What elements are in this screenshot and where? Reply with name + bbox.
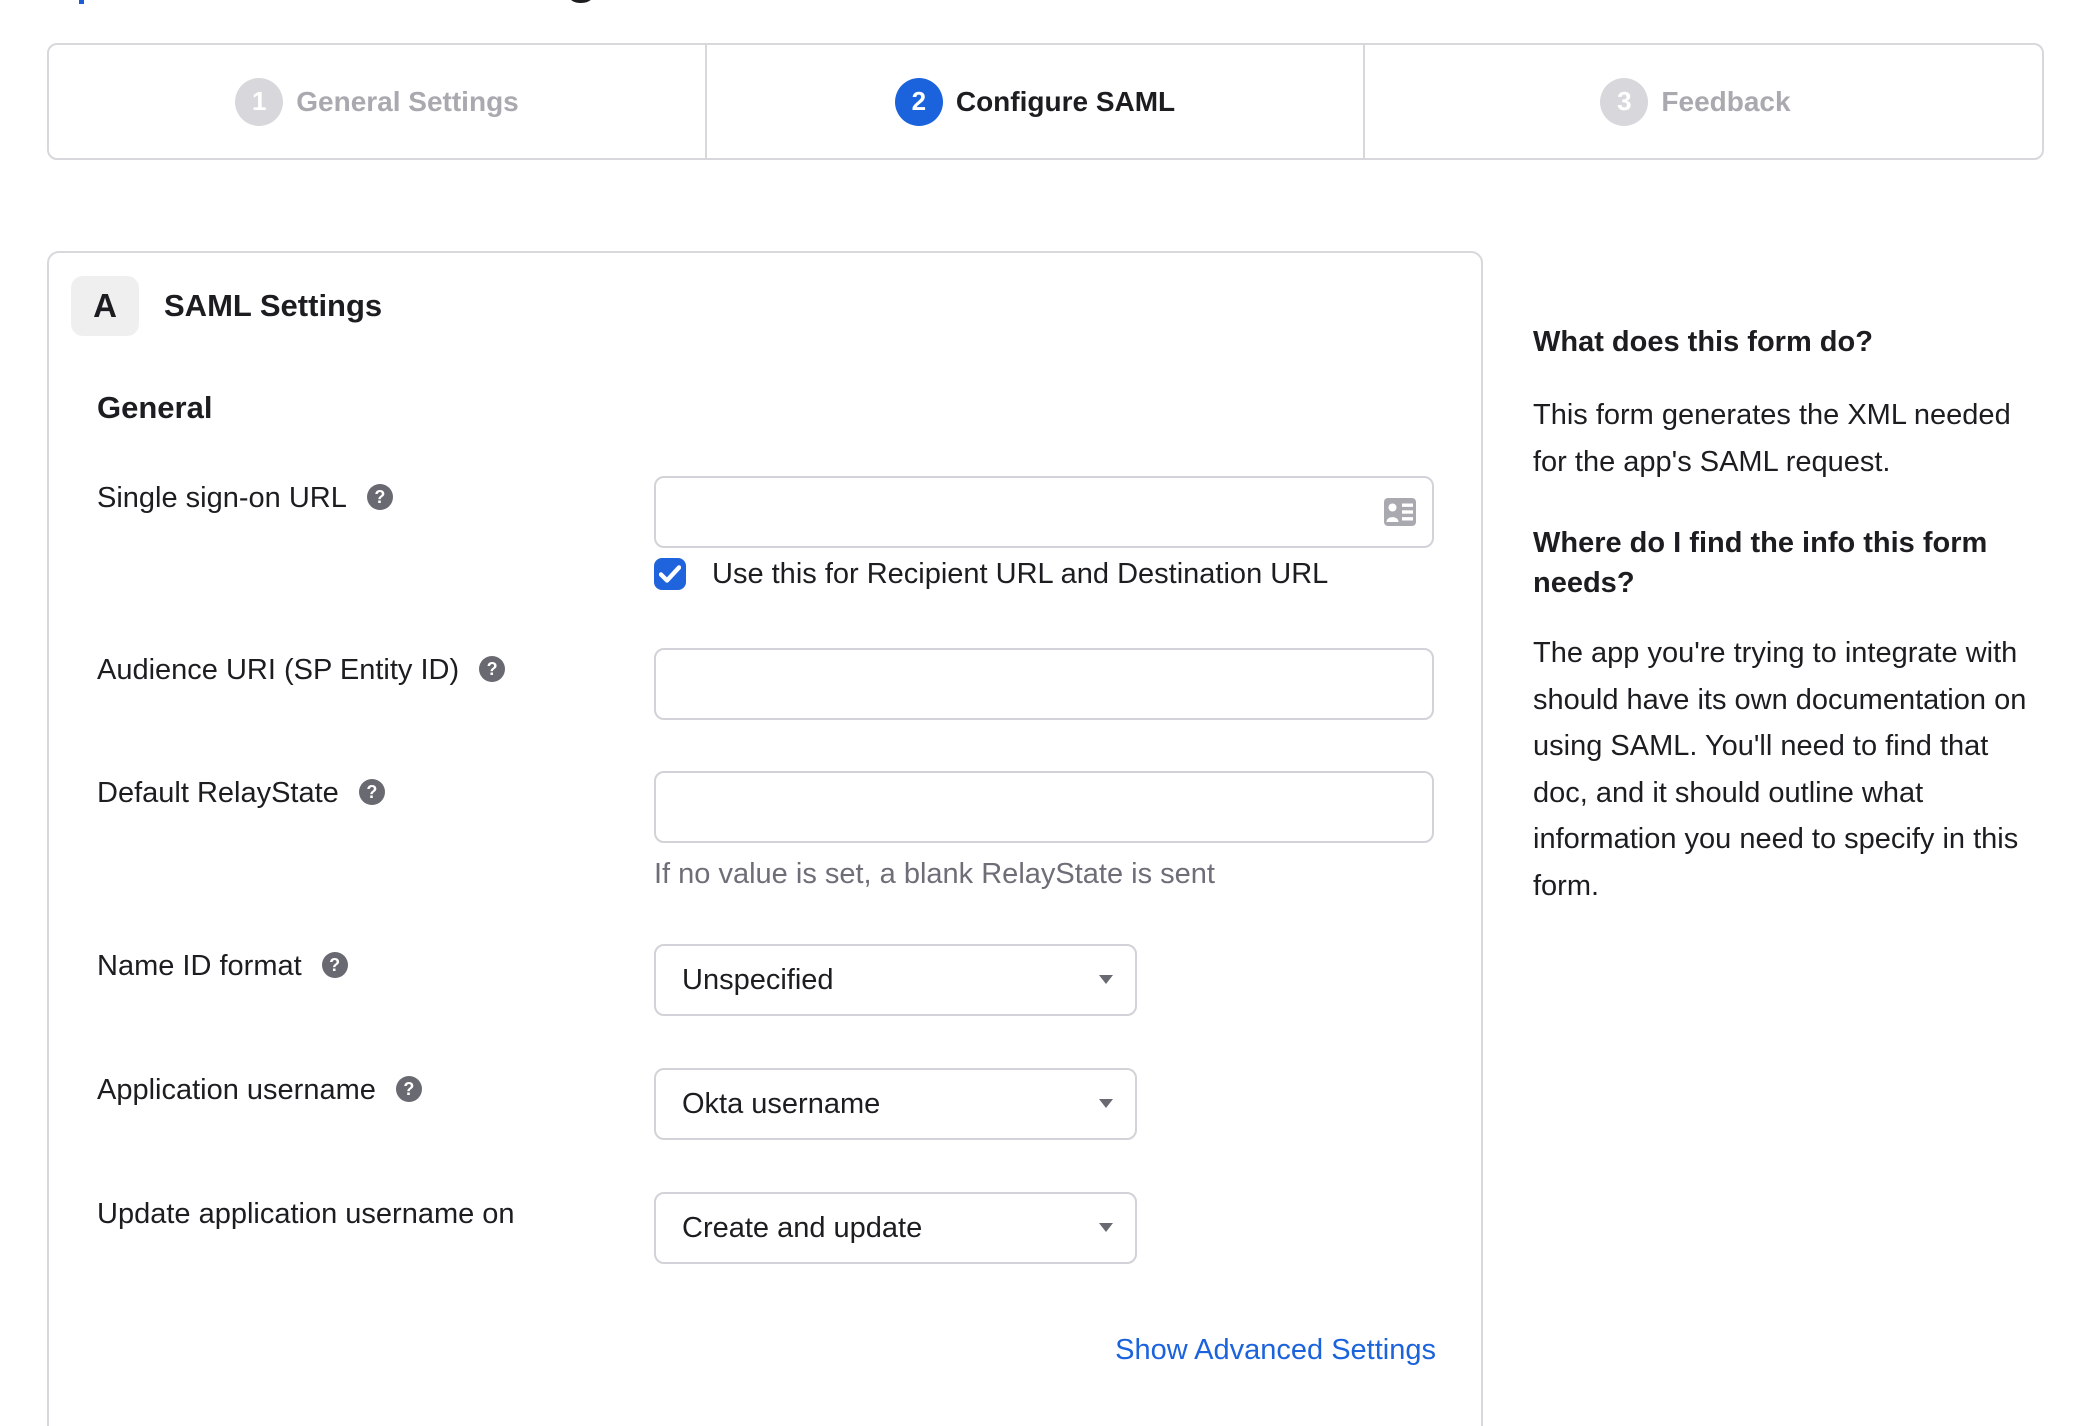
help-icon[interactable]: ? bbox=[366, 484, 393, 510]
cropped-page-title: Create SAML Integration bbox=[0, 0, 1100, 6]
default-relaystate-input[interactable] bbox=[654, 771, 1434, 843]
help-icon[interactable]: ? bbox=[395, 1076, 422, 1102]
single-sign-on-url-field: Use this for Recipient URL and Destinati… bbox=[654, 476, 1434, 593]
panel-title: SAML Settings bbox=[164, 288, 383, 323]
contact-card-icon[interactable] bbox=[1384, 498, 1416, 526]
step-configure-saml[interactable]: 2 Configure SAML bbox=[705, 45, 1365, 158]
recipient-url-checkbox[interactable] bbox=[654, 558, 686, 590]
page-title: Create SAML Integration bbox=[119, 0, 748, 1]
default-relaystate-label: Default RelayState? bbox=[97, 771, 654, 812]
form-row-update-application-username: Update application username on Create an… bbox=[97, 1192, 1436, 1264]
sidebar-heading-where: Where do I find the info this form needs… bbox=[1533, 527, 1988, 599]
name-id-format-select[interactable]: Unspecified bbox=[654, 944, 1137, 1016]
panel-body: General Single sign-on URL? Use this for… bbox=[49, 388, 1481, 1369]
form-row-name-id-format: Name ID format? Unspecified bbox=[97, 944, 1436, 1016]
section-a-badge: A bbox=[71, 276, 139, 336]
update-application-username-label: Update application username on bbox=[97, 1198, 515, 1230]
wizard-step-bar: 1 General Settings 2 Configure SAML 3 Fe… bbox=[47, 43, 2044, 160]
default-relaystate-field: If no value is set, a blank RelayState i… bbox=[654, 771, 1434, 893]
help-icon[interactable]: ? bbox=[358, 779, 385, 805]
update-application-username-value: Create and update bbox=[682, 1211, 923, 1244]
sidebar-paragraph-what: This form generates the XML needed for t… bbox=[1533, 399, 2011, 478]
name-id-format-label: Name ID format? bbox=[97, 944, 654, 985]
form-row-audience-uri: Audience URI (SP Entity ID)? bbox=[97, 648, 1436, 720]
step-3-number-badge: 3 bbox=[1600, 77, 1649, 126]
application-username-value: Okta username bbox=[682, 1087, 881, 1120]
recipient-url-checkbox-row: Use this for Recipient URL and Destinati… bbox=[654, 555, 1434, 593]
audience-uri-field bbox=[654, 648, 1434, 720]
step-2-number-badge: 2 bbox=[894, 77, 943, 126]
form-row-single-sign-on-url: Single sign-on URL? Use this for Recipie… bbox=[97, 476, 1436, 593]
update-application-username-field: Create and update bbox=[654, 1192, 1434, 1264]
panel-header: A SAML Settings bbox=[49, 253, 1481, 336]
help-icon[interactable]: ? bbox=[321, 952, 348, 978]
application-username-field: Okta username bbox=[654, 1068, 1434, 1140]
dropdown-arrow-icon bbox=[1099, 1099, 1113, 1108]
advanced-settings-row: Show Advanced Settings bbox=[97, 1331, 1436, 1369]
help-icon[interactable]: ? bbox=[479, 656, 506, 682]
step-feedback[interactable]: 3 Feedback bbox=[1365, 45, 2042, 158]
step-general-settings[interactable]: 1 General Settings bbox=[49, 45, 705, 158]
form-row-application-username: Application username? Okta username bbox=[97, 1068, 1436, 1140]
step-2-label: Configure SAML bbox=[955, 85, 1176, 117]
name-id-format-field: Unspecified bbox=[654, 944, 1434, 1016]
recipient-url-checkbox-label[interactable]: Use this for Recipient URL and Destinati… bbox=[712, 555, 1328, 593]
show-advanced-settings-link[interactable]: Show Advanced Settings bbox=[1115, 1334, 1436, 1366]
application-username-label: Application username? bbox=[97, 1068, 654, 1109]
update-application-username-select[interactable]: Create and update bbox=[654, 1192, 1137, 1264]
saml-settings-panel: A SAML Settings General Single sign-on U… bbox=[47, 251, 1483, 1426]
cropped-blue-glyph bbox=[79, 0, 84, 4]
application-username-select[interactable]: Okta username bbox=[654, 1068, 1137, 1140]
sidebar-heading-what: What does this form do? bbox=[1533, 326, 1873, 358]
single-sign-on-url-input[interactable] bbox=[654, 476, 1434, 548]
dropdown-arrow-icon bbox=[1099, 1223, 1113, 1232]
step-3-label: Feedback bbox=[1661, 85, 1791, 117]
general-group-heading: General bbox=[97, 390, 213, 425]
step-1-number-badge: 1 bbox=[235, 77, 284, 126]
form-row-default-relaystate: Default RelayState? If no value is set, … bbox=[97, 771, 1436, 893]
name-id-format-value: Unspecified bbox=[682, 963, 834, 996]
audience-uri-label: Audience URI (SP Entity ID)? bbox=[97, 648, 654, 689]
sidebar-paragraph-where: The app you're trying to integrate with … bbox=[1533, 637, 2027, 902]
single-sign-on-url-label: Single sign-on URL? bbox=[97, 476, 654, 517]
audience-uri-input[interactable] bbox=[654, 648, 1434, 720]
help-sidebar: What does this form do? This form genera… bbox=[1533, 322, 2092, 909]
dropdown-arrow-icon bbox=[1099, 975, 1113, 984]
step-1-label: General Settings bbox=[296, 85, 519, 117]
relaystate-hint: If no value is set, a blank RelayState i… bbox=[654, 858, 1215, 890]
